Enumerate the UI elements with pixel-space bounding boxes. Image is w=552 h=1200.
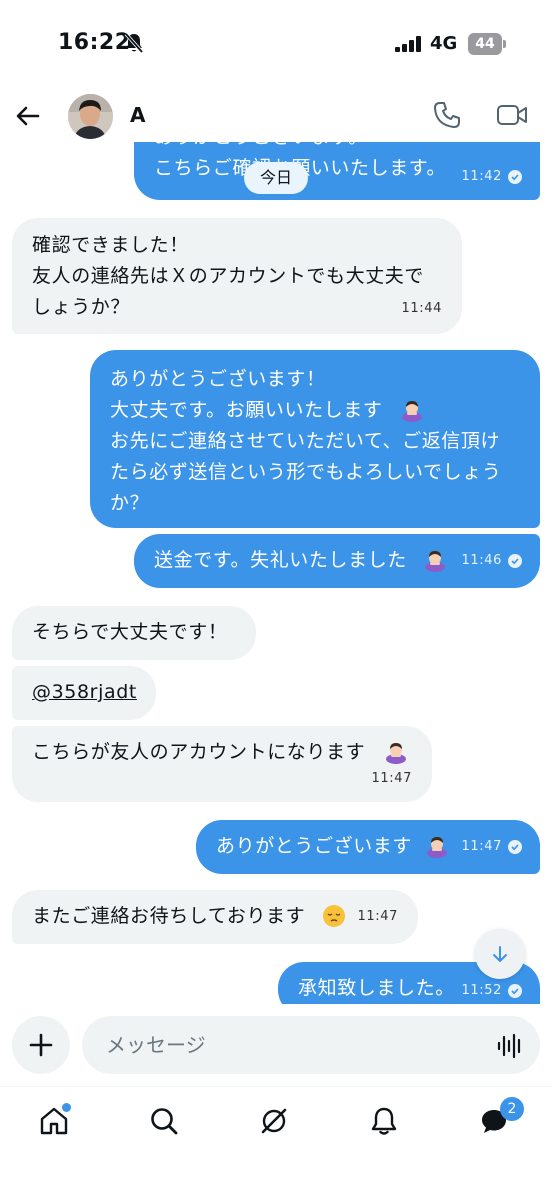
message-input[interactable] (82, 1016, 540, 1074)
message-bubble-outgoing[interactable]: ありがとうございます 11:47 (196, 820, 540, 874)
message-meta: 11:47 (372, 763, 412, 794)
bell-icon (371, 1107, 397, 1135)
tab-search[interactable] (146, 1103, 182, 1139)
tab-grok[interactable] (256, 1103, 292, 1139)
message-text: 承知致しました。 (298, 977, 455, 999)
message-bubble-outgoing[interactable]: ありがとうございます！ 大丈夫です。お願いいたします お先にご連絡させていただい… (90, 350, 540, 528)
date-separator: 今日 (244, 162, 308, 194)
contact-name[interactable]: A (130, 103, 145, 127)
message-text-body: ありがとうございます！ 大丈夫です。お願いいたします お先にご連絡させていただい… (110, 368, 502, 514)
status-time: 16:22 (58, 30, 131, 55)
message-composer (0, 1004, 552, 1086)
message-time: 11:47 (357, 909, 398, 924)
chat-header: A (0, 90, 552, 142)
phone-icon[interactable] (432, 100, 462, 130)
bowing-woman-emoji-icon (402, 401, 422, 422)
scroll-to-bottom-button[interactable] (475, 929, 525, 979)
bell-off-icon (124, 32, 144, 54)
message-meta: 11:47 (462, 831, 522, 862)
add-attachment-button[interactable] (12, 1016, 70, 1074)
message-bubble-incoming[interactable]: そちらで大丈夫です！ (12, 606, 256, 660)
message-meta: 11:42 (462, 161, 522, 192)
tab-notifications[interactable] (366, 1103, 402, 1139)
message-list[interactable]: ありがとうございます。 こちらご確認お願いいたします。 11:42 今日 確認で… (0, 142, 552, 1004)
message-meta: 11:47 (358, 901, 398, 932)
message-text: こちらが友人のアカウントになります (32, 741, 366, 763)
message-bubble-incoming[interactable]: @358rjadt (12, 666, 156, 720)
voice-waveform-icon[interactable] (496, 1032, 524, 1060)
message-time: 11:46 (461, 553, 502, 568)
message-time: 11:52 (461, 983, 502, 998)
message-time: 11:44 (401, 301, 442, 316)
status-bar: 16:22 4G 44 (0, 0, 552, 90)
message-bubble-outgoing[interactable]: ありがとうございます。 こちらご確認お願いいたします。 11:42 (134, 142, 540, 200)
arrow-down-icon (493, 946, 507, 962)
message-meta: 11:46 (462, 545, 522, 576)
bowing-woman-emoji-icon (425, 551, 445, 572)
bowing-woman-emoji-icon (386, 743, 406, 764)
message-meta: 11:52 (462, 975, 522, 1004)
home-notification-dot (62, 1103, 71, 1112)
message-bubble-outgoing[interactable]: 送金です。失礼いたしました 11:46 (134, 534, 540, 588)
messages-badge: 2 (500, 1097, 524, 1121)
message-time: 11:47 (461, 839, 502, 854)
back-arrow-icon[interactable] (12, 100, 44, 132)
bowing-woman-emoji-icon (427, 837, 447, 858)
cellular-signal-icon (395, 36, 421, 52)
grok-icon (261, 1108, 287, 1134)
network-type: 4G (430, 33, 458, 54)
message-text: 送金です。失礼いたしました (154, 549, 407, 571)
avatar[interactable] (68, 94, 113, 139)
sent-check-icon (508, 169, 522, 184)
mention-link[interactable]: @358rjadt (32, 677, 137, 708)
search-icon (151, 1108, 178, 1135)
message-text: 確認できました！ 友人の連絡先はＸのアカウントでも大丈夫で しょうか？ (32, 234, 425, 318)
message-time: 11:47 (371, 771, 412, 786)
message-text: ありがとうございます！ 大丈夫です。お願いいたします お先にご連絡させていただい… (110, 364, 536, 519)
sent-check-icon (508, 839, 522, 854)
plus-icon (29, 1033, 53, 1057)
message-text: そちらで大丈夫です！ (32, 621, 228, 643)
sent-check-icon (508, 553, 522, 568)
bottom-tab-bar: 2 (0, 1086, 552, 1200)
message-text: ありがとうございます (216, 835, 413, 857)
message-text: またご連絡お待ちしております (32, 905, 306, 927)
message-time: 11:42 (461, 169, 502, 184)
message-bubble-incoming[interactable]: 確認できました！ 友人の連絡先はＸのアカウントでも大丈夫で しょうか？ 11:4… (12, 218, 462, 334)
battery-nub (503, 40, 506, 48)
sent-check-icon (508, 983, 522, 998)
message-bubble-incoming[interactable]: またご連絡お待ちしております 11:47 (12, 890, 418, 944)
message-bubble-incoming[interactable]: こちらが友人のアカウントになります 11:47 (12, 726, 432, 802)
video-call-icon[interactable] (496, 102, 528, 128)
battery-indicator: 44 (468, 33, 502, 55)
pensive-face-emoji-icon (323, 905, 345, 927)
avatar-photo (68, 94, 113, 139)
message-meta: 11:44 (402, 293, 442, 324)
